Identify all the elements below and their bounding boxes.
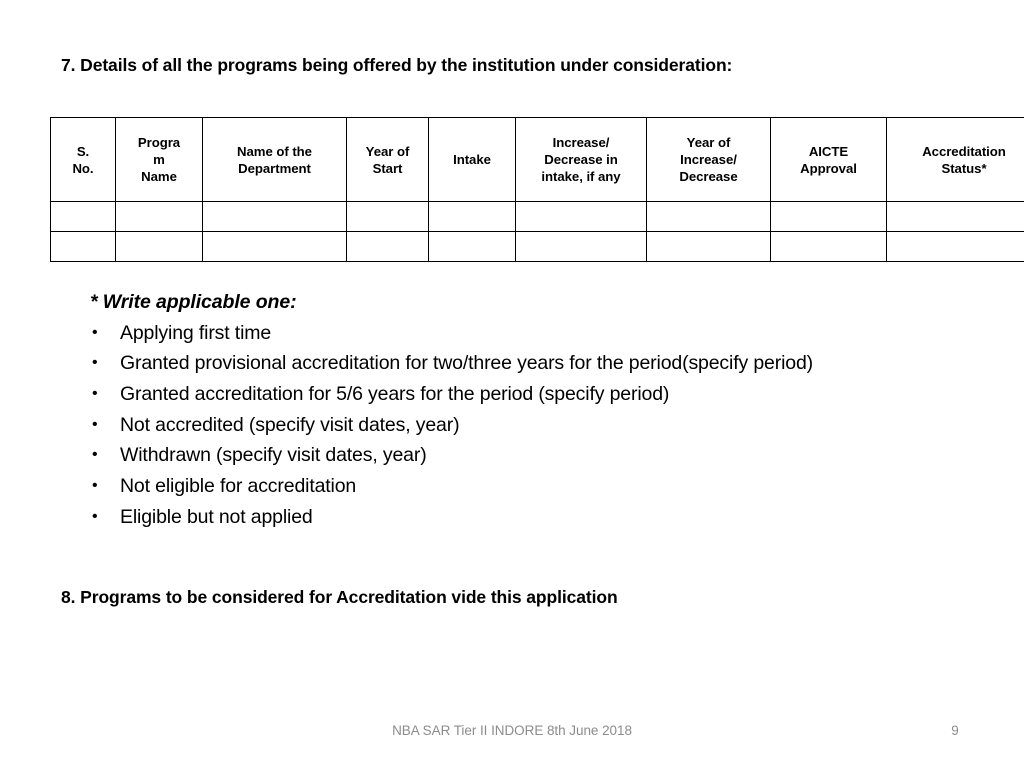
table-header-cell-increase-decrease-intake: Increase/ Decrease in intake, if any	[515, 117, 647, 202]
header-label-s-no: S. No.	[72, 143, 94, 176]
list-item: • Eligible but not applied	[90, 502, 950, 533]
note-title: * Write applicable one:	[90, 291, 297, 313]
table-cell-program-name[interactable]	[115, 201, 203, 232]
table-cell-s-no[interactable]	[50, 201, 116, 232]
list-item: • Not accredited (specify visit dates, ye…	[90, 410, 950, 441]
table-cell-year-of-start[interactable]	[346, 201, 429, 232]
bullet-icon: •	[92, 477, 98, 495]
list-item: • Granted accreditation for 5/6 years for…	[90, 379, 950, 410]
header-label-aicte-approval: AICTE Approval	[800, 143, 857, 176]
bullet-icon: •	[92, 446, 98, 464]
table-cell-s-no[interactable]	[50, 231, 116, 262]
list-item-label: Granted provisional accreditation for tw…	[120, 352, 813, 375]
table-cell-aicte-approval[interactable]	[770, 231, 887, 262]
page-number: 9	[951, 723, 959, 738]
footer-text: NBA SAR Tier II INDORE 8th June 2018	[392, 723, 632, 738]
header-label-program-name: Progra m Name	[137, 135, 181, 184]
bullet-icon: •	[92, 323, 98, 341]
list-item-label: Granted accreditation for 5/6 years for …	[120, 382, 670, 405]
table-header-cell-year-increase-decrease: Year of Increase/ Decrease	[646, 117, 771, 202]
table-row[interactable]	[50, 231, 1024, 262]
list-item-label: Eligible but not applied	[120, 505, 313, 528]
table-row[interactable]	[50, 201, 1024, 232]
table-cell-program-name[interactable]	[115, 231, 203, 262]
table-header-cell-year-of-start: Year of Start	[346, 117, 429, 202]
note-block: * Write applicable one: • Applying first …	[90, 287, 970, 532]
bullet-icon: •	[92, 354, 98, 372]
list-item: • Withdrawn (specify visit dates, year)	[90, 440, 950, 471]
table-cell-increase-decrease-intake[interactable]	[515, 231, 647, 262]
table-header-cell-s-no: S. No.	[50, 117, 116, 202]
table-cell-year-of-start[interactable]	[346, 231, 429, 262]
slide-canvas: 7. Details of all the programs being off…	[0, 0, 1024, 768]
list-item-label: Not eligible for accreditation	[120, 475, 357, 498]
list-item: • Granted provisional accreditation for t…	[90, 348, 950, 379]
bullet-icon: •	[92, 415, 98, 433]
table-cell-accreditation-status[interactable]	[886, 231, 1024, 262]
table-header-cell-accreditation-status: Accreditation Status*	[886, 117, 1024, 202]
table-header-cell-program-name: Progra m Name	[115, 117, 203, 202]
table-header-cell-intake: Intake	[428, 117, 516, 202]
header-label-year-increase-decrease: Year of Increase/ Decrease	[679, 135, 738, 184]
table-cell-year-increase-decrease[interactable]	[646, 201, 771, 232]
header-label-intake: Intake	[453, 152, 491, 167]
table-cell-intake[interactable]	[428, 201, 516, 232]
table-header-row: S. No. Progra m Name Name of the Departm…	[50, 117, 1024, 202]
page-title-item-7: 7. Details of all the programs being off…	[61, 55, 733, 75]
table-header-cell-department: Name of the Department	[202, 117, 347, 202]
programs-table: S. No. Progra m Name Name of the Departm…	[50, 117, 1024, 262]
list-item: • Applying first time	[90, 318, 950, 349]
table-cell-department[interactable]	[202, 231, 347, 262]
table-cell-department[interactable]	[202, 201, 347, 232]
list-item-label: Withdrawn (specify visit dates, year)	[120, 444, 427, 467]
table-cell-aicte-approval[interactable]	[770, 201, 887, 232]
header-label-year-of-start: Year of Start	[365, 143, 410, 176]
bullet-icon: •	[92, 507, 98, 525]
table-cell-accreditation-status[interactable]	[886, 201, 1024, 232]
bullet-icon: •	[92, 384, 98, 402]
list-item-label: Not accredited (specify visit dates, yea…	[120, 413, 460, 436]
list-item: • Not eligible for accreditation	[90, 471, 950, 502]
table-cell-intake[interactable]	[428, 231, 516, 262]
header-label-accreditation-status: Accreditation Status*	[922, 143, 1006, 176]
header-label-department: Name of the Department	[237, 143, 312, 176]
header-label-increase-decrease-intake: Increase/ Decrease in intake, if any	[541, 135, 621, 184]
table-header-cell-aicte-approval: AICTE Approval	[770, 117, 887, 202]
list-item-label: Applying first time	[120, 321, 272, 344]
table-cell-year-increase-decrease[interactable]	[646, 231, 771, 262]
accreditation-status-options-list: • Applying first time • Granted provisiona…	[90, 318, 970, 533]
table-cell-increase-decrease-intake[interactable]	[515, 201, 647, 232]
page-title-item-8: 8. Programs to be considered for Accredi…	[61, 587, 618, 607]
